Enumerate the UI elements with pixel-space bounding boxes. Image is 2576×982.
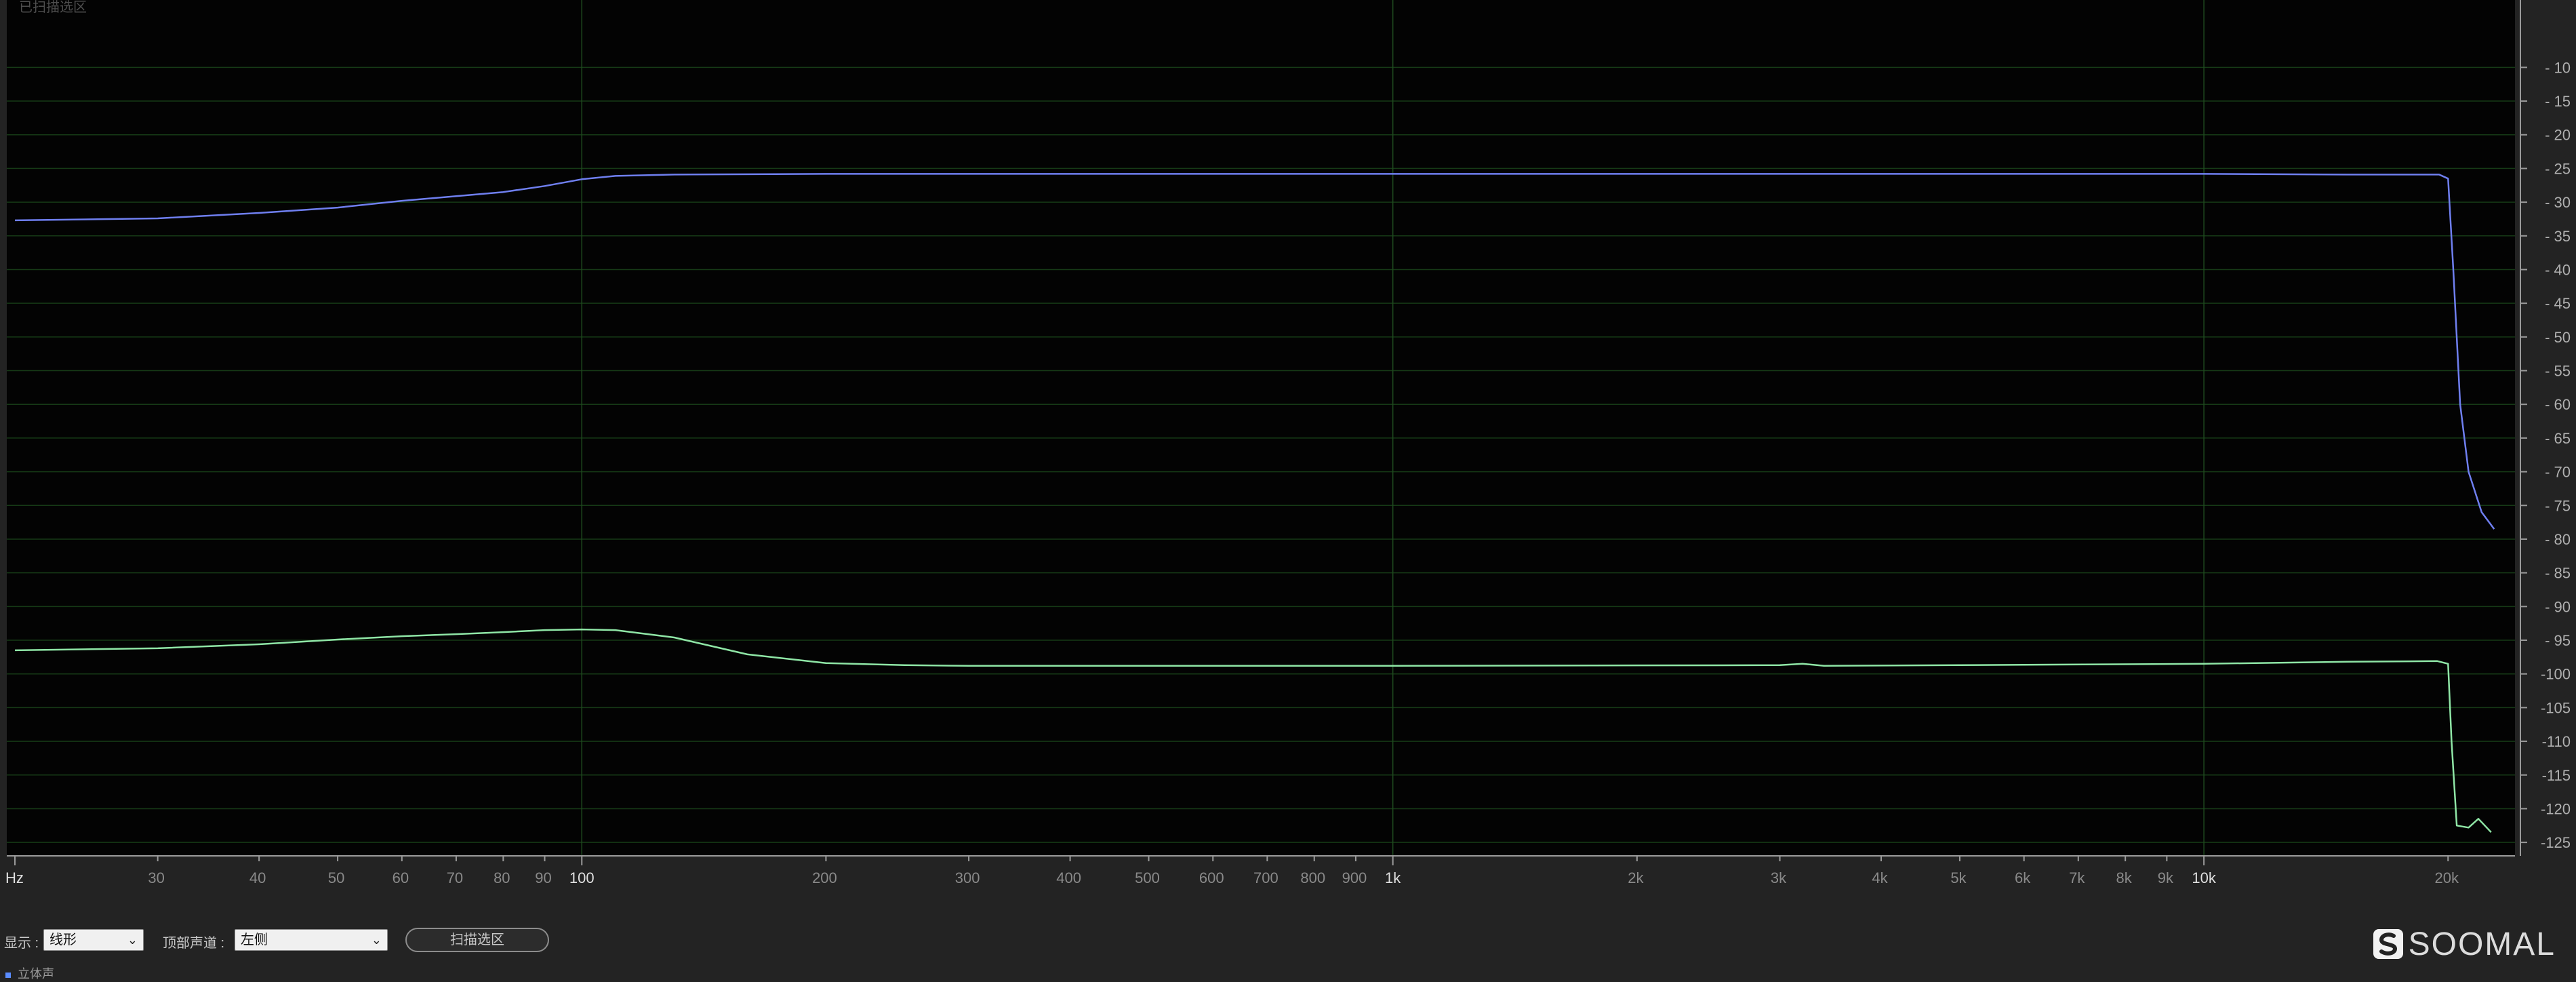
y-tick-label: -120 <box>2541 800 2571 817</box>
display-select[interactable]: 线形 ⌄ <box>43 929 144 951</box>
channel-select-value: 左侧 <box>241 932 268 947</box>
chevron-down-icon: ⌄ <box>371 933 382 947</box>
y-tick-label: - 80 <box>2545 531 2571 548</box>
x-tick-label: Hz <box>5 869 24 886</box>
x-tick-label: 90 <box>535 869 551 886</box>
x-tick-label: 1k <box>1385 869 1401 886</box>
y-tick-label: - 95 <box>2545 632 2571 649</box>
x-tick-label: 700 <box>1253 869 1279 886</box>
scan-selection-button[interactable]: 扫描选区 <box>405 928 549 952</box>
y-tick-label: -100 <box>2541 666 2571 683</box>
x-tick-label: 30 <box>148 869 164 886</box>
x-tick-label: 200 <box>812 869 837 886</box>
y-tick-label: - 30 <box>2545 194 2571 211</box>
x-tick-label: 60 <box>393 869 409 886</box>
x-tick-label: 4k <box>1872 869 1888 886</box>
x-tick-label: 70 <box>447 869 463 886</box>
y-tick-label: - 55 <box>2545 363 2571 380</box>
y-tick-label: - 70 <box>2545 464 2571 481</box>
x-tick-label: 400 <box>1056 869 1081 886</box>
x-tick-label: 3k <box>1771 869 1787 886</box>
x-tick-label: 900 <box>1342 869 1367 886</box>
y-tick-label: -110 <box>2542 733 2571 750</box>
y-tick-label: -115 <box>2542 767 2571 784</box>
channel-color-icon <box>5 973 11 978</box>
soomal-logo-icon <box>2373 929 2403 959</box>
y-tick-label: - 75 <box>2545 497 2571 514</box>
channel-label: 顶部声道 : <box>163 936 225 951</box>
y-tick-label: -105 <box>2541 699 2571 716</box>
channel-select[interactable]: 左侧 ⌄ <box>235 929 388 951</box>
x-tick-label: 2k <box>1628 869 1644 886</box>
x-tick-label: 600 <box>1199 869 1224 886</box>
control-bar: 显示 : 线形 ⌄ 顶部声道 : 左侧 ⌄ 扫描选区 <box>0 928 610 955</box>
x-tick-label: 20k <box>2435 869 2459 886</box>
x-tick-label: 300 <box>955 869 980 886</box>
x-tick-label: 9k <box>2158 869 2174 886</box>
soomal-logo-text: SOOMAL <box>2408 926 2556 962</box>
y-tick-label: - 10 <box>2545 59 2571 76</box>
x-tick-label: 5k <box>1950 869 1967 886</box>
y-tick-label: - 40 <box>2545 261 2571 278</box>
x-tick-label: 500 <box>1135 869 1160 886</box>
y-tick-label: - 85 <box>2545 565 2571 582</box>
x-tick-label: 800 <box>1300 869 1325 886</box>
channel-tag-label: 立体声 <box>18 967 54 981</box>
y-tick-label: - 65 <box>2545 430 2571 447</box>
y-tick-label: - 60 <box>2545 396 2571 413</box>
x-tick-label: 10k <box>2192 869 2216 886</box>
y-tick-label: - 15 <box>2545 93 2571 110</box>
x-tick-label: 6k <box>2015 869 2031 886</box>
spectrum-plot: Hz 30 40 50 60 70 80 90 100 200 300 400 500 600 700 800… <box>0 0 2576 888</box>
x-tick-label: 8k <box>2116 869 2133 886</box>
y-tick-label: - 25 <box>2545 160 2571 177</box>
display-select-value: 线形 <box>49 932 77 947</box>
channel-tag: 立体声 <box>5 964 54 982</box>
chart-overlay-title: 已扫描选区 <box>19 0 87 15</box>
x-tick-label: 7k <box>2069 869 2085 886</box>
x-tick-label: 40 <box>249 869 266 886</box>
y-tick-label: - 45 <box>2545 295 2571 312</box>
y-tick-label: - 35 <box>2545 228 2571 245</box>
x-tick-label: 50 <box>328 869 344 886</box>
soomal-logo: SOOMAL <box>2373 926 2556 962</box>
y-tick-label: -125 <box>2541 834 2571 851</box>
chevron-down-icon: ⌄ <box>127 933 138 947</box>
y-tick-label: - 50 <box>2545 329 2571 346</box>
x-tick-label: 80 <box>494 869 510 886</box>
x-tick-label: 100 <box>569 869 595 886</box>
y-tick-label: - 20 <box>2545 127 2571 144</box>
y-tick-label: - 90 <box>2545 598 2571 615</box>
display-label: 显示 : <box>4 936 39 951</box>
plot-area <box>7 0 2515 856</box>
